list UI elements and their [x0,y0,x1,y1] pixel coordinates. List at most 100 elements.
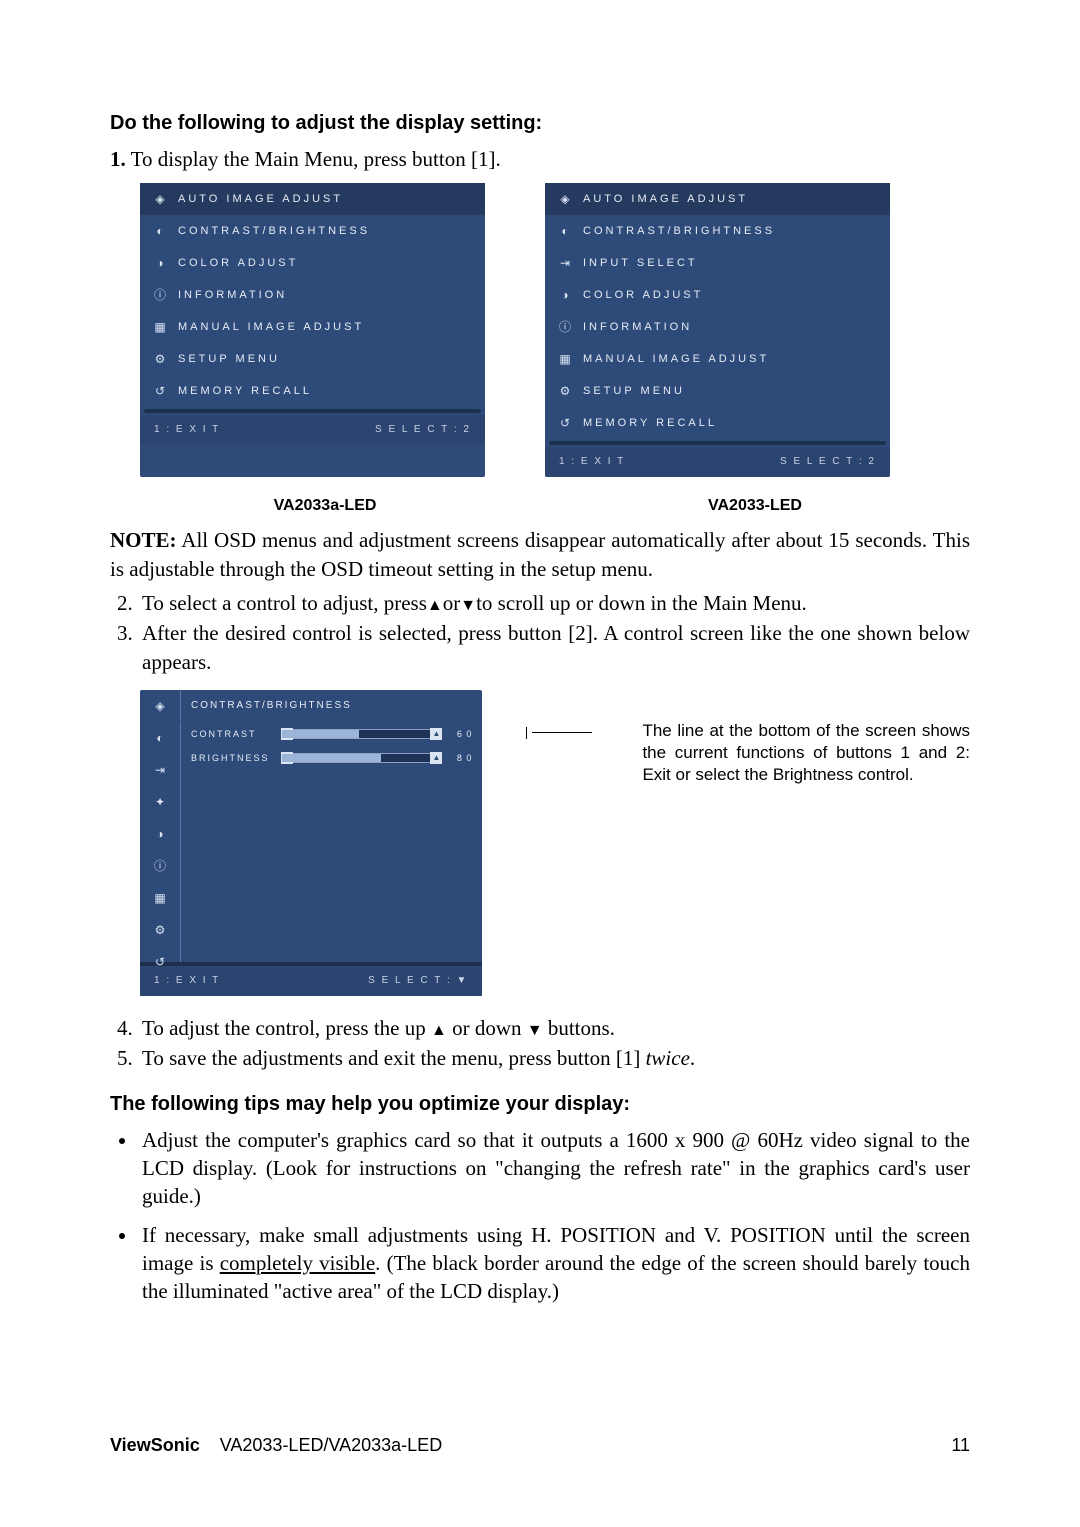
model-right: VA2033-LED [540,495,970,517]
osd-footer: 1 : E X I T S E L E C T : 2 [140,415,485,445]
cb-title: CONTRAST/BRIGHTNESS [180,691,482,721]
step-1-text: To display the Main Menu, press button [… [131,147,501,171]
osd-foot-right: S E L E C T : 2 [780,455,876,469]
up-icon: ▲ [430,728,442,740]
osd-label: AUTO IMAGE ADJUST [583,192,748,207]
osd-label: INFORMATION [178,288,287,303]
info-icon: ⓘ [152,287,168,303]
osd-label: MEMORY RECALL [583,416,717,431]
footer-model: VA2033-LED/VA2033a-LED [220,1435,442,1455]
contrast-row: CONTRAST ▼▲ 6 0 [181,722,482,746]
osd-label: COLOR ADJUST [583,288,703,303]
gear-icon: ⚙ [152,922,168,938]
gear-icon: ⚙ [557,383,573,399]
step-2b: or [443,591,461,615]
osd-label: COLOR ADJUST [178,256,298,271]
note-text: All OSD menus and adjustment screens dis… [110,528,970,580]
contrast-panel: ◈ CONTRAST/BRIGHTNESS ◐ ⇥ ✦ ◑ ⓘ ▦ ⚙ ↺ CO… [140,690,482,996]
osd-label: CONTRAST/BRIGHTNESS [178,224,370,239]
down-triangle-icon: ▼ [460,597,476,614]
contrast-icon: ◐ [557,223,573,239]
osd-label: MANUAL IMAGE ADJUST [178,320,364,335]
recall-icon: ↺ [152,954,168,970]
color-icon: ◑ [557,287,573,303]
tip-2-underline: completely visible [220,1251,375,1275]
manual-icon: ▦ [557,351,573,367]
osd-label: INPUT SELECT [583,256,698,271]
osd-item: ◐ CONTRAST/BRIGHTNESS [140,215,485,247]
auto-image-icon: ◈ [557,191,573,207]
steps-4-5: To adjust the control, press the up ▲ or… [110,1014,970,1073]
cb-sidebar: ◐ ⇥ ✦ ◑ ⓘ ▦ ⚙ ↺ [140,722,180,978]
osd-separator [144,409,481,413]
osd-item: ◈AUTO IMAGE ADJUST [140,183,485,215]
osd-item: ◐ CONTRAST/BRIGHTNESS [545,215,890,247]
step-2c: to scroll up or down in the Main Menu. [476,591,807,615]
heading-tips: The following tips may help you optimize… [110,1091,970,1118]
footer-brand: ViewSonic [110,1435,200,1455]
note-paragraph: NOTE: All OSD menus and adjustment scree… [110,526,970,583]
osd-item: ⓘ INFORMATION [140,279,485,311]
brightness-row: BRIGHTNESS ▼▲ 8 0 [181,746,482,770]
osd-left: ◈AUTO IMAGE ADJUST ◐CONTRAST/BRIGHTNESS … [140,183,485,477]
steps-2-3: To select a control to adjust, press▲or▼… [110,589,970,676]
sparkle-icon: ✦ [152,794,168,810]
heading-adjust: Do the following to adjust the display s… [110,110,970,137]
osd-item: ◑ COLOR ADJUST [545,279,890,311]
up-triangle-icon: ▲ [431,1022,447,1039]
tips-list: Adjust the computer's graphics card so t… [110,1126,970,1306]
model-left: VA2033a-LED [110,495,540,517]
osd-item: ↺ MEMORY RECALL [545,407,890,439]
auto-image-icon: ◈ [152,191,168,207]
document-page: Do the following to adjust the display s… [0,0,1080,1527]
osd-item: ⇥ INPUT SELECT [545,247,890,279]
info-icon: ⓘ [557,319,573,335]
contrast-brightness-wrap: ◈ CONTRAST/BRIGHTNESS ◐ ⇥ ✦ ◑ ⓘ ▦ ⚙ ↺ CO… [140,690,970,996]
osd-separator [549,441,886,445]
cb-body: CONTRAST ▼▲ 6 0 BRIGHTNESS ▼▲ 8 0 [180,722,482,962]
brightness-label: BRIGHTNESS [191,752,273,764]
input-icon: ⇥ [557,255,573,271]
brightness-value: 8 0 [450,752,472,764]
manual-icon: ▦ [152,319,168,335]
step-1: 1. To display the Main Menu, press butto… [110,145,970,173]
cb-header: ◈ CONTRAST/BRIGHTNESS [140,690,482,722]
osd-label: MEMORY RECALL [178,384,312,399]
note-label: NOTE: [110,528,177,552]
down-triangle-icon: ▼ [527,1022,543,1039]
osd-item: ◑ COLOR ADJUST [140,247,485,279]
osd-item: ⚙ SETUP MENU [545,375,890,407]
step-4: To adjust the control, press the up ▲ or… [138,1014,970,1042]
footer-page: 11 [951,1433,970,1457]
osd-label: INFORMATION [583,320,692,335]
osd-row: ◈AUTO IMAGE ADJUST ◐CONTRAST/BRIGHTNESS … [140,183,970,477]
manual-icon: ▦ [152,890,168,906]
osd-item: ▦ MANUAL IMAGE ADJUST [140,311,485,343]
osd-label: MANUAL IMAGE ADJUST [583,352,769,367]
color-icon: ◑ [152,255,168,271]
osd-item: ⓘ INFORMATION [545,311,890,343]
osd-label: CONTRAST/BRIGHTNESS [583,224,775,239]
osd-item: ↺MEMORY RECALL [140,375,485,407]
osd-right: ◈AUTO IMAGE ADJUST ◐CONTRAST/BRIGHTNESS … [545,183,890,477]
contrast-slider: ▼▲ [281,729,442,739]
step-4a: To adjust the control, press the up [142,1016,431,1040]
input-icon: ⇥ [152,762,168,778]
osd-label: SETUP MENU [583,384,685,399]
osd-foot-right: S E L E C T : 2 [375,423,471,437]
page-footer: ViewSonic VA2033-LED/VA2033a-LED 11 [110,1433,970,1457]
contrast-icon: ◐ [152,223,168,239]
step-3: After the desired control is selected, p… [138,619,970,676]
osd-foot-left: 1 : E X I T [154,423,220,437]
contrast-value: 6 0 [450,728,472,740]
recall-icon: ↺ [557,415,573,431]
tip-1: Adjust the computer's graphics card so t… [138,1126,970,1211]
step-5c: . [690,1046,695,1070]
model-labels: VA2033a-LED VA2033-LED [110,495,970,517]
step-5: To save the adjustments and exit the men… [138,1044,970,1072]
color-icon: ◑ [152,826,168,842]
contrast-label: CONTRAST [191,728,273,740]
up-icon: ▲ [430,752,442,764]
contrast-icon: ◐ [152,730,168,746]
osd-footer: 1 : E X I T S E L E C T : 2 [545,447,890,477]
